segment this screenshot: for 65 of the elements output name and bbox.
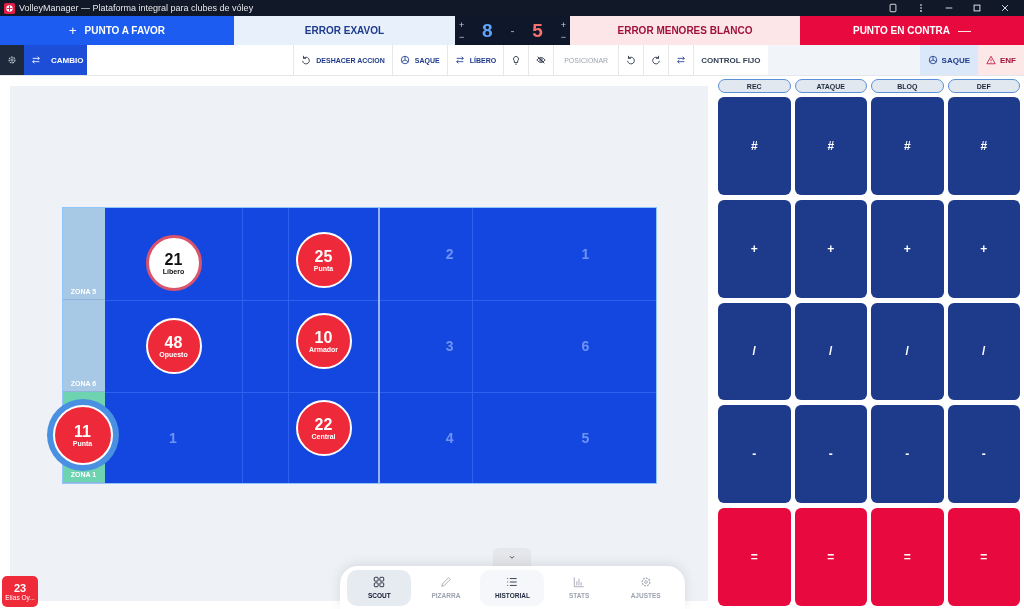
rotate-left-icon [626,55,637,65]
volleyball-icon [399,55,410,65]
badge-number: 23 [13,582,27,594]
evaluation-button[interactable]: - [871,405,944,504]
position-number: 2 [445,246,454,262]
swap-icon [454,55,465,65]
bar-chart-icon [573,576,586,588]
away-score: 5 [532,19,543,42]
rotate-right-icon [651,55,662,65]
evaluation-button[interactable]: / [947,302,1020,401]
tablet-icon[interactable] [888,3,898,13]
evaluation-button[interactable]: + [718,199,791,298]
own-error-button[interactable]: ERROR EXAVOL [234,16,455,45]
grid-icon [373,576,386,588]
evaluation-button[interactable]: / [794,302,867,401]
evaluation-button[interactable]: / [718,302,791,401]
evaluation-button[interactable]: # [871,97,944,195]
increment-button[interactable]: + [459,18,465,31]
evaluation-button[interactable]: # [718,97,791,195]
evaluation-button[interactable]: = [718,508,791,606]
position-number: 3 [445,338,454,354]
maximize-icon[interactable] [972,3,982,13]
eye-off-icon [536,55,547,65]
evaluation-button[interactable]: - [794,405,867,504]
evaluation-button[interactable]: + [794,199,867,298]
rival-error-button[interactable]: ERROR MENORES BLANCO [570,16,800,45]
close-icon[interactable] [1000,3,1010,13]
evaluation-button[interactable]: # [947,97,1020,195]
cambio-button[interactable]: CAMBIO [24,45,87,75]
warning-icon [986,55,996,65]
pencil-icon [439,576,452,588]
increment-button[interactable]: + [560,18,566,31]
evaluation-button[interactable]: # [794,97,867,195]
position-number: 1 [581,246,590,262]
settings-icon [639,576,652,588]
settings-button[interactable] [0,45,24,75]
evaluation-button[interactable]: - [947,405,1020,504]
evaluation-button[interactable]: = [871,508,944,606]
settings-icon [7,55,17,65]
decrement-button[interactable]: − [459,30,465,43]
position-number: 6 [581,338,590,354]
evaluation-button[interactable]: + [871,199,944,298]
lightbulb-icon [511,55,522,65]
window-title: VolleyManager — Plataforma integral para clubes de vóley [19,3,254,13]
evaluation-button[interactable]: / [871,302,944,401]
position-number: 1 [169,429,177,446]
position-number: 5 [581,429,590,446]
swap-icon [676,55,687,65]
favor-button[interactable]: + PUNTO A FAVOR [0,16,234,45]
app-logo-icon [4,2,15,14]
position-number: 4 [445,429,454,446]
home-score: 8 [482,19,493,42]
saque-toggle[interactable]: SAQUE [919,45,978,75]
evaluation-button[interactable]: = [947,508,1020,606]
volleyball-icon [927,55,938,65]
evaluation-button[interactable]: - [718,405,791,504]
enf-button[interactable]: ENF [978,45,1024,75]
evaluation-button[interactable]: = [794,508,867,606]
list-icon [506,576,519,588]
swap-icon [31,55,41,65]
contra-button[interactable]: PUNTO EN CONTRA — [800,16,1024,45]
undo-icon [301,55,312,65]
decrement-button[interactable]: − [560,30,566,43]
score-separator: - [510,23,515,38]
evaluation-button[interactable]: + [947,199,1020,298]
